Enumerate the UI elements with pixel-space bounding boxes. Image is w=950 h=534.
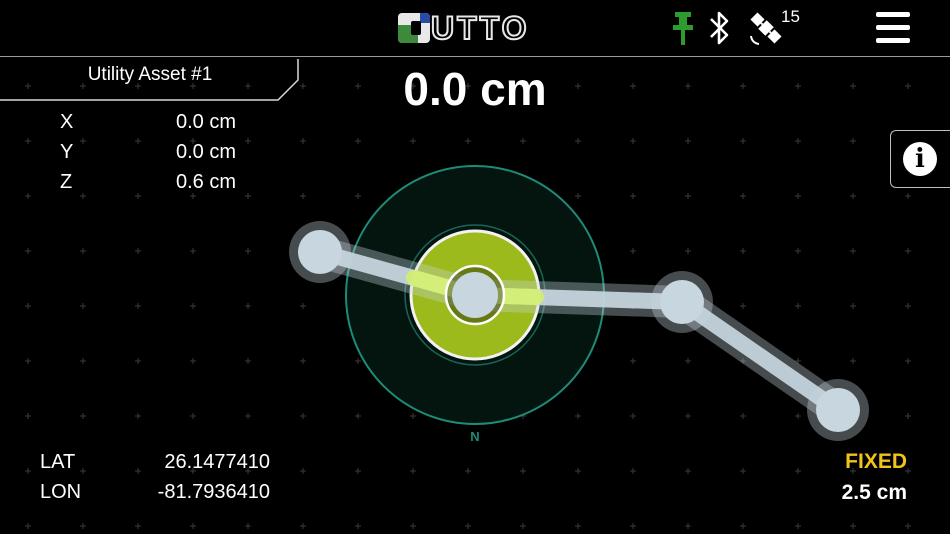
- fix-status: FIXED: [845, 450, 907, 473]
- asset-vertex-1-core: [298, 230, 342, 274]
- lat-label: LAT: [40, 451, 76, 473]
- lon-label: LON: [40, 481, 82, 503]
- lat-value: 26.1477410: [164, 451, 270, 473]
- accuracy-value: 2.5 cm: [841, 481, 907, 504]
- lon-value: -81.7936410: [157, 481, 270, 503]
- asset-vertex-4-core: [816, 388, 860, 432]
- asset-vertex-3-core: [660, 280, 704, 324]
- compass-north-label: N: [470, 429, 479, 444]
- center-marker[interactable]: [452, 272, 498, 318]
